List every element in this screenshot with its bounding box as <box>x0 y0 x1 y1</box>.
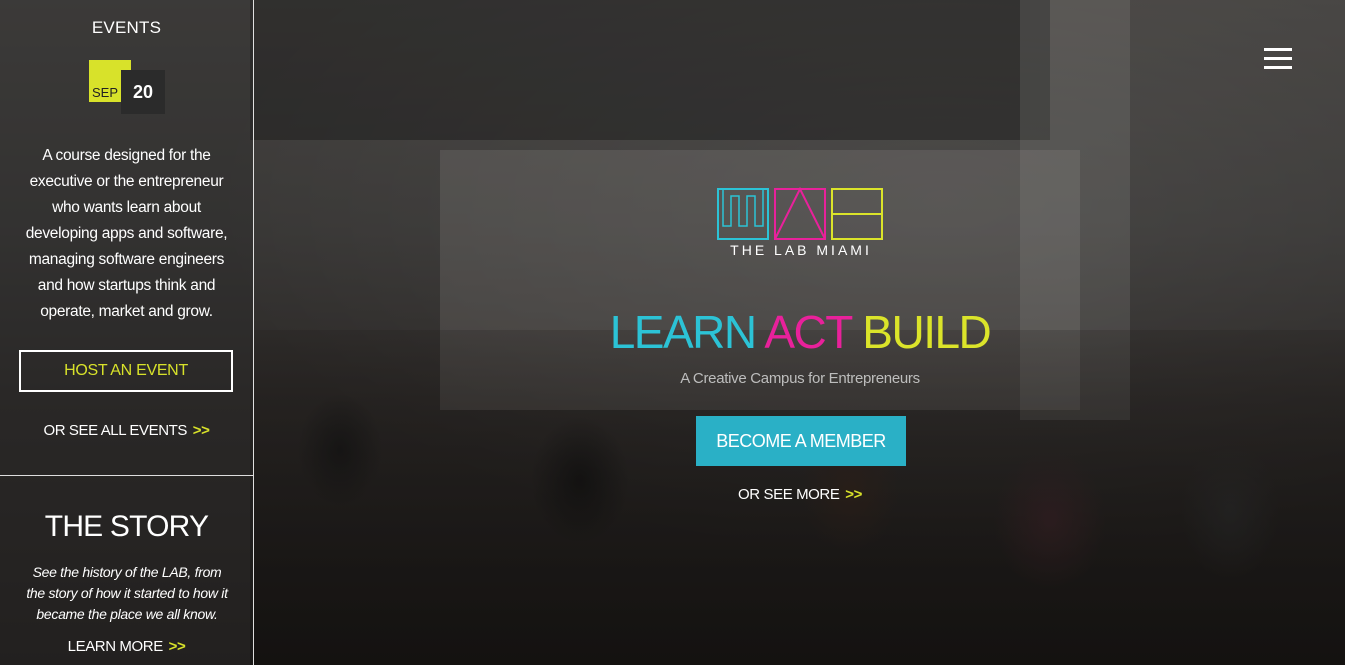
see-more-label: OR SEE MORE <box>738 486 840 503</box>
see-more-link[interactable]: OR SEE MORE >> <box>700 486 900 503</box>
event-date-day: 20 <box>121 70 165 114</box>
double-chevron-right-icon: >> <box>168 638 186 655</box>
logo-text: THE LAB MIAMI <box>730 242 872 258</box>
become-member-button[interactable]: BECOME A MEMBER <box>696 416 906 466</box>
hero-subtitle: A Creative Campus for Entrepreneurs <box>680 370 920 387</box>
event-date-badge: SEP 20 <box>89 60 165 114</box>
hamburger-line-top <box>1264 48 1292 51</box>
see-all-events-link[interactable]: OR SEE ALL EVENTS >> <box>0 422 253 439</box>
lab-miami-logo[interactable]: THE LAB MIAMI <box>715 186 887 266</box>
host-event-button[interactable]: HOST AN EVENT <box>19 350 233 392</box>
hamburger-line-middle <box>1264 57 1292 60</box>
hamburger-icon[interactable] <box>1264 48 1294 72</box>
story-title: THE STORY <box>44 510 209 543</box>
event-description: A course designed for the executive or t… <box>25 147 228 320</box>
story-description: See the history of the LAB, from the sto… <box>26 564 228 622</box>
events-section: EVENTS SEP 20 A course designed for the … <box>0 0 253 476</box>
hero-tagline: LEARN ACT BUILD <box>600 305 1000 359</box>
learn-more-label: LEARN MORE <box>67 638 164 655</box>
events-title: EVENTS <box>91 18 162 37</box>
sidebar: EVENTS SEP 20 A course designed for the … <box>0 0 254 665</box>
page: EVENTS SEP 20 A course designed for the … <box>0 0 1345 665</box>
event-date-month: SEP <box>92 85 119 100</box>
see-all-events-label: OR SEE ALL EVENTS <box>43 422 188 439</box>
double-chevron-right-icon: >> <box>845 486 862 503</box>
learn-more-link[interactable]: LEARN MORE >> <box>0 638 253 655</box>
double-chevron-right-icon: >> <box>192 422 210 439</box>
tagline-learn: LEARN <box>609 306 757 358</box>
hamburger-line-bottom <box>1264 66 1292 69</box>
tagline-act: ACT <box>764 306 852 358</box>
tagline-build: BUILD <box>862 306 991 358</box>
logo-mark-icon <box>717 186 883 240</box>
